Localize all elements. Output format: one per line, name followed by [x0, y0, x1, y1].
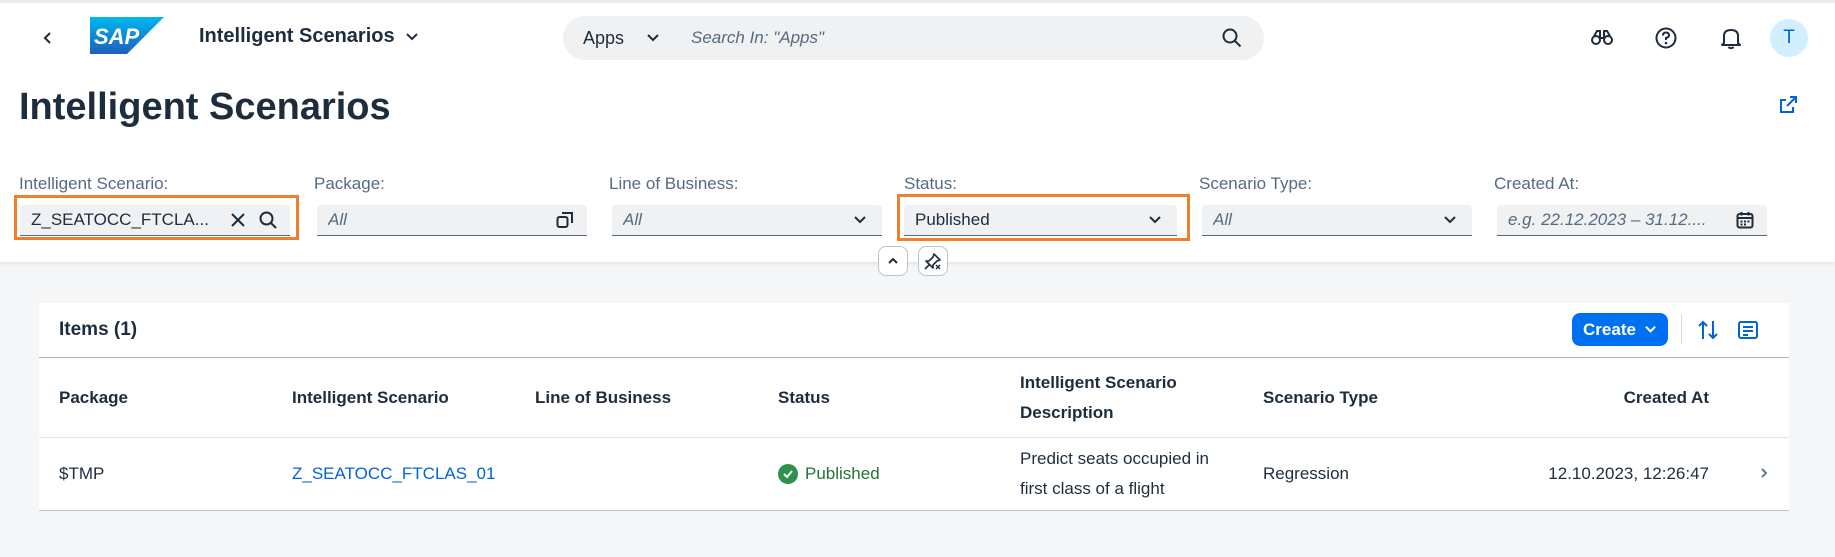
status-indicator: Published: [778, 459, 880, 489]
chevron-down-icon: [1444, 216, 1456, 224]
create-button[interactable]: Create: [1572, 313, 1668, 346]
share-icon: [1780, 96, 1797, 113]
package-input[interactable]: All: [317, 205, 587, 236]
search-scope-label: Apps: [583, 27, 625, 48]
cell-description: Predict seats occupied in first class of…: [1020, 449, 1209, 498]
column-header[interactable]: Status: [778, 383, 830, 413]
chevron-down-icon: [647, 34, 659, 42]
close-icon: [231, 213, 245, 227]
share-button[interactable]: [1775, 92, 1801, 118]
search-icon: [1222, 28, 1242, 48]
dropdown-button[interactable]: [1439, 209, 1461, 231]
column-header[interactable]: Scenario Type: [1263, 383, 1378, 413]
filter-label: Created At:: [1494, 174, 1580, 193]
svg-text:SAP: SAP: [94, 24, 140, 49]
chevron-down-icon: [405, 32, 418, 40]
created-at-placeholder: e.g. 22.12.2023 – 31.12....: [1508, 210, 1707, 229]
create-label: Create: [1583, 319, 1636, 339]
back-button[interactable]: [33, 23, 63, 53]
chevron-up-icon: [888, 257, 898, 264]
filter-label: Package:: [314, 174, 385, 193]
toolbar-separator: [1681, 314, 1682, 344]
column-header[interactable]: Package: [59, 383, 128, 413]
created-at-input[interactable]: e.g. 22.12.2023 – 31.12....: [1497, 205, 1767, 236]
column-header[interactable]: Created At: [1509, 383, 1709, 413]
chevron-down-icon: [1645, 325, 1656, 333]
table-header: Package Intelligent Scenario Line of Bus…: [39, 357, 1789, 438]
intelligent-scenario-value: Z_SEATOCC_FTCLA...: [31, 210, 209, 229]
column-header[interactable]: Intelligent Scenario: [292, 383, 449, 413]
unpin-icon: [924, 253, 941, 270]
table-title: Items (1): [59, 319, 138, 340]
table-row[interactable]: $TMP Z_SEATOCC_FTCLAS_01 Published Predi…: [39, 438, 1789, 511]
line-of-business-select[interactable]: All: [612, 205, 882, 236]
value-help-button[interactable]: [554, 209, 576, 231]
dropdown-button[interactable]: [1144, 209, 1166, 231]
value-help-icon: [556, 212, 573, 228]
filter-label: Scenario Type:: [1199, 174, 1313, 193]
chevron-down-icon: [854, 216, 866, 224]
cell-scenario-type: Regression: [1263, 464, 1349, 483]
status-text: Published: [805, 464, 880, 483]
bell-icon: [1721, 29, 1741, 49]
search-scope-select[interactable]: Apps: [583, 16, 660, 60]
search-icon: [259, 211, 277, 229]
collapse-header-button[interactable]: [878, 246, 908, 276]
column-header[interactable]: Line of Business: [535, 383, 671, 413]
sort-icon: [1698, 320, 1718, 340]
dropdown-button[interactable]: [849, 209, 871, 231]
avatar-initial: T: [1783, 27, 1795, 48]
binoculars-icon: [1591, 30, 1613, 45]
global-search: Apps: [563, 16, 1264, 60]
joule-button[interactable]: [1587, 23, 1617, 53]
column-header[interactable]: Intelligent Scenario Description: [1020, 368, 1220, 428]
success-icon: [778, 464, 798, 484]
chevron-down-icon: [1149, 216, 1161, 224]
help-icon: [1655, 27, 1677, 49]
filter-line-of-business: Line of Business: All: [609, 174, 885, 236]
help-button[interactable]: [1651, 23, 1681, 53]
items-table-panel: Items (1) Create Package Intelligent Sce…: [39, 303, 1789, 511]
row-navigation[interactable]: [1758, 466, 1774, 482]
notifications-button[interactable]: [1716, 23, 1746, 53]
search-input[interactable]: [691, 16, 1191, 60]
page-title: Intelligent Scenarios: [19, 86, 391, 128]
chevron-left-icon: [43, 32, 51, 44]
user-avatar[interactable]: T: [1770, 19, 1808, 57]
filter-intelligent-scenario: Intelligent Scenario: Z_SEATOCC_FTCLA...: [19, 174, 295, 236]
page-header: Intelligent Scenarios Intelligent Scenar…: [0, 70, 1835, 276]
status-value: Published: [915, 210, 990, 229]
filter-scenario-type: Scenario Type: All: [1199, 174, 1475, 236]
app-title: Intelligent Scenarios: [199, 25, 395, 47]
filter-label: Intelligent Scenario:: [19, 174, 169, 193]
shell-bar: SAP Intelligent Scenarios Apps T: [0, 0, 1835, 70]
line-of-business-placeholder: All: [623, 210, 642, 229]
settings-button[interactable]: [1733, 315, 1763, 345]
filter-label: Line of Business:: [609, 174, 739, 193]
cell-intelligent-scenario-link[interactable]: Z_SEATOCC_FTCLAS_01: [292, 459, 495, 489]
search-button[interactable]: [1220, 26, 1244, 50]
date-picker-button[interactable]: [1734, 209, 1756, 231]
scenario-type-select[interactable]: All: [1202, 205, 1472, 236]
app-title-menu[interactable]: Intelligent Scenarios: [199, 25, 419, 48]
status-select[interactable]: Published: [904, 205, 1177, 236]
calendar-icon: [1736, 212, 1754, 229]
table-settings-icon: [1738, 321, 1758, 339]
cell-package: $TMP: [59, 464, 105, 483]
package-placeholder: All: [328, 210, 347, 229]
chevron-right-icon: [1761, 468, 1768, 478]
sort-button[interactable]: [1693, 315, 1723, 345]
sap-logo: SAP: [90, 17, 164, 54]
intelligent-scenario-input[interactable]: Z_SEATOCC_FTCLA...: [20, 205, 290, 236]
cell-created-at: 12.10.2023, 12:26:47: [1548, 464, 1709, 483]
value-help-button[interactable]: [257, 209, 279, 231]
scenario-type-placeholder: All: [1213, 210, 1232, 229]
header-toggle-group: [878, 246, 948, 276]
clear-button[interactable]: [227, 209, 249, 231]
filter-label: Status:: [904, 174, 957, 193]
pin-header-button[interactable]: [918, 246, 948, 276]
filter-package: Package: All: [314, 174, 590, 236]
filter-created-at: Created At: e.g. 22.12.2023 – 31.12....: [1494, 174, 1770, 236]
filter-status: Status: Published: [904, 174, 1180, 236]
